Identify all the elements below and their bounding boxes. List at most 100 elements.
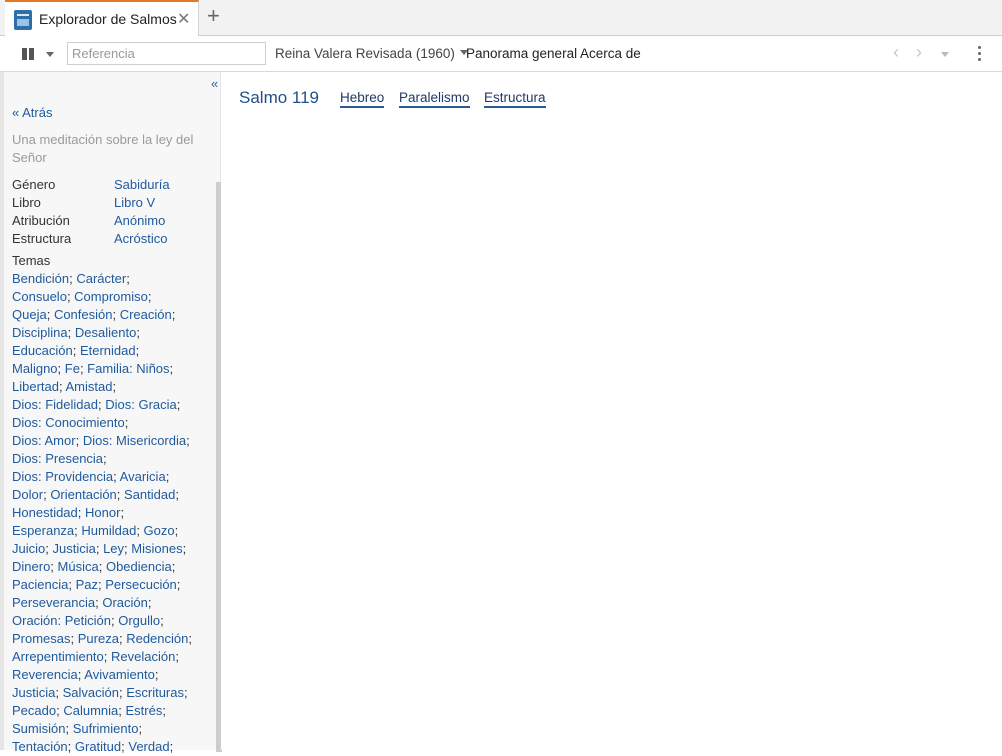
theme-link[interactable]: Eternidad xyxy=(80,343,136,358)
tab-psalms-explorer[interactable]: Explorador de Salmos ✕ xyxy=(5,0,199,36)
theme-link[interactable]: Misiones xyxy=(131,541,182,556)
theme-link[interactable]: Gozo xyxy=(144,523,175,538)
theme-link[interactable]: Disciplina xyxy=(12,325,68,340)
collapse-sidebar-icon[interactable]: « xyxy=(211,76,218,91)
theme-link[interactable]: Dolor xyxy=(12,487,43,502)
theme-link[interactable]: Honor xyxy=(85,505,120,520)
theme-link[interactable]: Paz xyxy=(76,577,98,592)
theme-separator: ; xyxy=(174,523,179,538)
theme-link[interactable]: Libertad xyxy=(12,379,59,394)
theme-separator: ; xyxy=(165,469,170,484)
theme-link[interactable]: Verdad xyxy=(128,739,169,754)
theme-link[interactable]: Tentación xyxy=(12,739,68,754)
theme-link[interactable]: Orientación xyxy=(50,487,116,502)
theme-link[interactable]: Oración: Petición xyxy=(12,613,111,628)
theme-separator: ; xyxy=(55,685,63,700)
chevron-down-icon[interactable] xyxy=(46,52,54,57)
theme-link[interactable]: Perseverancia xyxy=(12,595,95,610)
about-link[interactable]: Acerca de xyxy=(580,46,641,61)
overview-link[interactable]: Panorama general xyxy=(466,46,577,61)
theme-link[interactable]: Pureza xyxy=(78,631,119,646)
more-options-icon[interactable] xyxy=(978,46,982,62)
theme-link[interactable]: Salvación xyxy=(63,685,119,700)
theme-link[interactable]: Paciencia xyxy=(12,577,68,592)
theme-link[interactable]: Amistad xyxy=(66,379,113,394)
theme-link[interactable]: Esperanza xyxy=(12,523,74,538)
theme-link[interactable]: Santidad xyxy=(124,487,175,502)
theme-link[interactable]: Dios: Presencia xyxy=(12,451,103,466)
back-link[interactable]: « Atrás xyxy=(12,104,202,122)
theme-link[interactable]: Juicio xyxy=(12,541,45,556)
theme-separator: ; xyxy=(169,361,174,376)
theme-link[interactable]: Escrituras xyxy=(126,685,184,700)
forward-arrow-icon[interactable]: › xyxy=(916,42,922,63)
theme-link[interactable]: Persecución xyxy=(105,577,177,592)
add-tab-icon[interactable]: + xyxy=(207,4,220,28)
bible-version-dropdown[interactable]: Reina Valera Revisada (1960) xyxy=(275,46,468,61)
theme-link[interactable]: Compromiso xyxy=(74,289,148,304)
themes-heading: Temas xyxy=(12,253,51,268)
reference-input[interactable] xyxy=(67,42,266,65)
theme-link[interactable]: Honestidad xyxy=(12,505,78,520)
back-arrow-icon[interactable]: ‹ xyxy=(893,42,899,63)
theme-link[interactable]: Sumisión xyxy=(12,721,65,736)
theme-link[interactable]: Fe xyxy=(65,361,80,376)
theme-link[interactable]: Avaricia xyxy=(120,469,166,484)
theme-link[interactable]: Humildad xyxy=(81,523,136,538)
theme-link[interactable]: Consuelo xyxy=(12,289,67,304)
view-link-parallelism[interactable]: Paralelismo xyxy=(399,90,470,108)
property-value-link[interactable]: Libro V xyxy=(114,194,155,212)
theme-link[interactable]: Confesión xyxy=(54,307,113,322)
theme-link[interactable]: Revelación xyxy=(111,649,175,664)
theme-link[interactable]: Desaliento xyxy=(75,325,136,340)
theme-link[interactable]: Educación xyxy=(12,343,73,358)
theme-link[interactable]: Familia: Niños xyxy=(87,361,169,376)
theme-link[interactable]: Dios: Providencia xyxy=(12,469,113,484)
theme-link[interactable]: Promesas xyxy=(12,631,71,646)
theme-link[interactable]: Sufrimiento xyxy=(73,721,139,736)
theme-link[interactable]: Bendición xyxy=(12,271,69,286)
theme-link[interactable]: Dios: Gracia xyxy=(105,397,177,412)
theme-link[interactable]: Dios: Misericordia xyxy=(83,433,186,448)
theme-link[interactable]: Carácter xyxy=(76,271,126,286)
theme-separator: ; xyxy=(77,505,86,520)
toolbar: Reina Valera Revisada (1960) Panorama ge… xyxy=(0,36,1002,72)
property-value-link[interactable]: Acróstico xyxy=(114,230,167,248)
theme-link[interactable]: Pecado xyxy=(12,703,56,718)
theme-link[interactable]: Oración xyxy=(102,595,148,610)
theme-link[interactable]: Música xyxy=(58,559,99,574)
view-link-hebrew[interactable]: Hebreo xyxy=(340,90,385,108)
theme-link[interactable]: Dios: Amor xyxy=(12,433,76,448)
theme-link[interactable]: Redención xyxy=(126,631,188,646)
theme-separator: ; xyxy=(138,721,143,736)
theme-link[interactable]: Orgullo xyxy=(118,613,160,628)
theme-link[interactable]: Avivamiento xyxy=(84,667,155,682)
bible-version-label: Reina Valera Revisada (1960) xyxy=(275,46,455,61)
theme-separator: ; xyxy=(136,523,144,538)
theme-link[interactable]: Dinero xyxy=(12,559,50,574)
theme-link[interactable]: Obediencia xyxy=(106,559,172,574)
panel-layout-icon[interactable] xyxy=(22,48,34,60)
theme-link[interactable]: Calumnia xyxy=(63,703,118,718)
theme-link[interactable]: Dios: Conocimiento xyxy=(12,415,125,430)
property-value-link[interactable]: Sabiduría xyxy=(114,176,170,194)
theme-link[interactable]: Justicia xyxy=(52,541,95,556)
theme-link[interactable]: Queja xyxy=(12,307,47,322)
theme-link[interactable]: Justicia xyxy=(12,685,55,700)
theme-link[interactable]: Ley xyxy=(103,541,124,556)
theme-link[interactable]: Maligno xyxy=(12,361,58,376)
psalm-title: Salmo 119 xyxy=(239,88,320,107)
theme-link[interactable]: Arrepentimiento xyxy=(12,649,104,664)
property-row: Género Sabiduría xyxy=(12,176,202,194)
view-link-structure[interactable]: Estructura xyxy=(484,90,546,108)
theme-separator: ; xyxy=(120,505,125,520)
property-value-link[interactable]: Anónimo xyxy=(114,212,165,230)
theme-link[interactable]: Creación xyxy=(120,307,172,322)
themes-line: Dios: Amor; Dios: Misericordia; xyxy=(12,432,202,450)
theme-link[interactable]: Estrés xyxy=(125,703,162,718)
close-icon[interactable]: ✕ xyxy=(177,9,190,29)
theme-link[interactable]: Reverencia xyxy=(12,667,78,682)
theme-link[interactable]: Dios: Fidelidad xyxy=(12,397,98,412)
history-dropdown-icon[interactable] xyxy=(941,52,949,57)
theme-link[interactable]: Gratitud xyxy=(75,739,121,754)
